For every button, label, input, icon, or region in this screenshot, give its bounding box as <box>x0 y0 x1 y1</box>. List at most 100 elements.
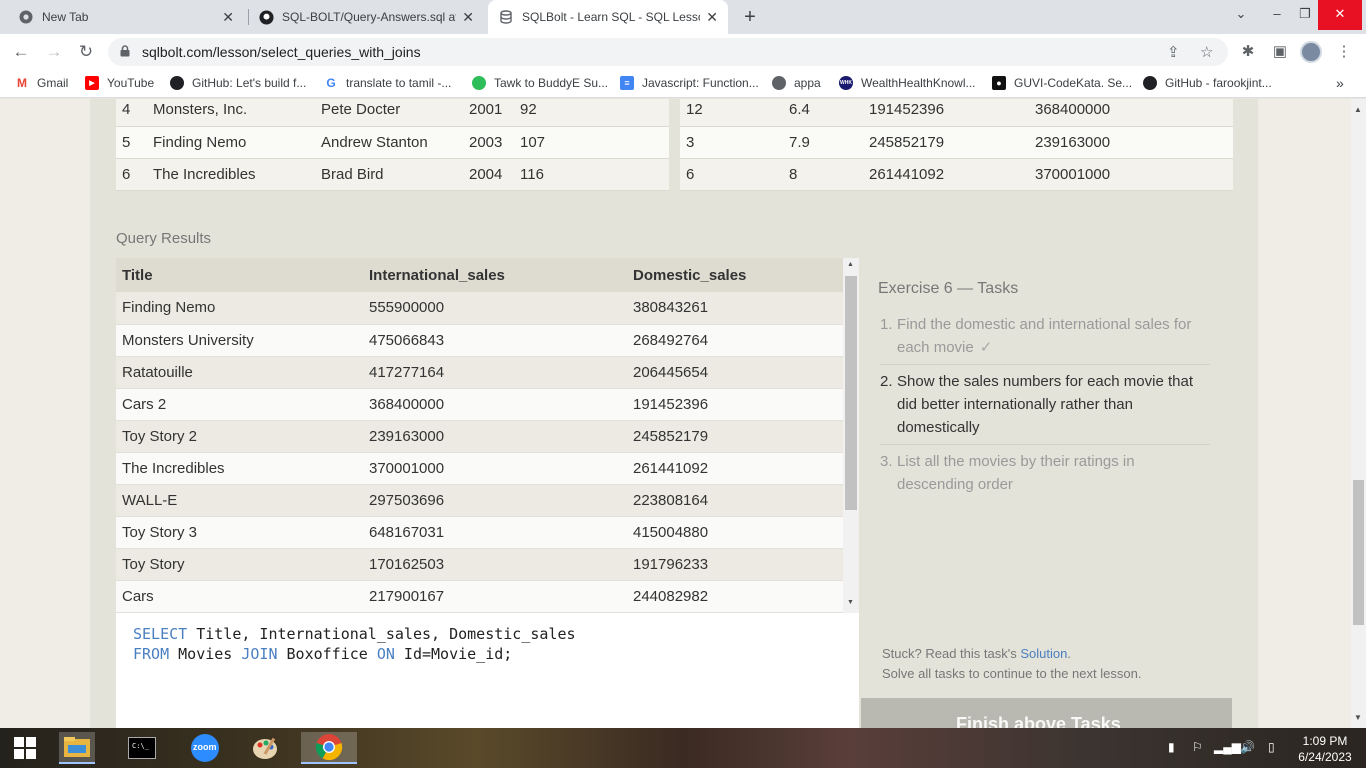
query-results-panel: Title International_sales Domestic_sales… <box>116 258 859 613</box>
volume-icon[interactable]: 🔊 <box>1240 740 1255 754</box>
network-activity-icon[interactable]: ▮ <box>1168 740 1175 754</box>
avatar[interactable] <box>1300 41 1322 63</box>
cell-domestic-sales: 261441092 <box>627 452 843 485</box>
bookmark-star-icon[interactable]: ☆ <box>1200 43 1213 61</box>
task-item-1[interactable]: 1. Find the domestic and international s… <box>880 308 1210 365</box>
task-item-2[interactable]: 2. Show the sales numbers for each movie… <box>880 365 1210 445</box>
cell-rating: 6.4 <box>783 99 863 127</box>
sql-editor[interactable]: SELECT Title, International_sales, Domes… <box>116 613 859 728</box>
scroll-down-icon[interactable]: ▼ <box>1354 713 1362 722</box>
cell-domestic-sales: 244082982 <box>627 580 843 613</box>
table-row: Finding Nemo 555900000 380843261 <box>116 292 843 325</box>
chrome-icon[interactable] <box>301 732 357 764</box>
menu-icon[interactable]: ⋮ <box>1332 40 1356 64</box>
cell-international-sales: 648167031 <box>363 516 627 549</box>
youtube-icon: ▶ <box>85 76 99 90</box>
system-clock[interactable]: 1:09 PM 6/24/2023 <box>1290 733 1360 765</box>
cell-domestic-sales: 415004880 <box>627 516 843 549</box>
tab-github-query-answers[interactable]: SQL-BOLT/Query-Answers.sql at ✕ <box>248 0 484 34</box>
task-text: List all the movies by their ratings in … <box>897 453 1135 493</box>
flag-icon[interactable]: ⚐ <box>1192 740 1203 754</box>
cell-length: 107 <box>514 126 669 159</box>
table-row: 3 7.9 245852179 239163000 <box>680 126 1233 159</box>
bookmark-github-build[interactable]: GitHub: Let's build f... <box>170 76 306 90</box>
cell-year: 2004 <box>463 158 514 191</box>
forward-icon[interactable]: → <box>42 40 66 64</box>
bookmark-wealth[interactable]: WHK WealthHealthKnowl... <box>839 76 976 90</box>
cmd-icon[interactable]: C:\_ <box>124 732 160 764</box>
table-row: Monsters University 475066843 268492764 <box>116 324 843 357</box>
task-text: Show the sales numbers for each movie th… <box>897 373 1193 436</box>
bookmark-tawk[interactable]: Tawk to BuddyE Su... <box>472 76 608 90</box>
task-number: 3. <box>880 453 893 470</box>
cell-title: Monsters University <box>116 324 363 357</box>
task-item-3[interactable]: 3. List all the movies by their ratings … <box>880 445 1210 501</box>
results-scrollbar-thumb[interactable] <box>845 276 857 510</box>
restore-button[interactable]: ❐ <box>1288 0 1322 30</box>
zoom-icon[interactable]: zoom <box>187 732 223 764</box>
bookmark-label: appa <box>794 76 821 90</box>
keyword-from: FROM <box>133 645 170 663</box>
bookmark-translate[interactable]: Gtranslate to tamil -... <box>324 76 451 90</box>
bookmark-guvi[interactable]: ● GUVI-CodeKata. Se... <box>992 76 1132 90</box>
close-icon[interactable]: ✕ <box>222 9 234 26</box>
bookmarks-bar: M Gmail ▶ YouTube GitHub: Let's build f...… <box>0 70 1366 98</box>
column-header-domestic-sales: Domestic_sales <box>627 258 843 292</box>
cell-rating: 7.9 <box>783 126 863 159</box>
cell-rating: 8 <box>783 158 863 191</box>
next-lesson-button[interactable]: Finish above Tasks <box>861 698 1232 728</box>
close-window-button[interactable]: ✕ <box>1318 0 1362 30</box>
bookmark-label: WealthHealthKnowl... <box>861 76 976 90</box>
cell-title: Cars <box>116 580 363 613</box>
share-icon[interactable]: ⇪ <box>1167 43 1180 61</box>
more-bookmarks-icon[interactable]: » <box>1336 75 1344 91</box>
battery-icon[interactable]: ▯ <box>1268 740 1275 754</box>
extensions-icon[interactable]: ✱ <box>1236 40 1260 64</box>
bookmark-label: GitHub - farookjint... <box>1165 76 1272 90</box>
table-row: Toy Story 2 239163000 245852179 <box>116 420 843 453</box>
docs-icon: ≡ <box>620 76 634 90</box>
cell-title: Finding Nemo <box>116 292 363 325</box>
scroll-up-icon[interactable]: ▲ <box>847 261 854 268</box>
side-panel-icon[interactable]: ▣ <box>1268 40 1292 64</box>
reload-icon[interactable]: ↻ <box>74 40 98 64</box>
solution-link[interactable]: Solution <box>1020 646 1067 661</box>
file-explorer-icon[interactable] <box>59 732 95 764</box>
page-scrollbar[interactable]: ▲ ▼ <box>1351 99 1366 728</box>
close-icon[interactable]: ✕ <box>706 9 718 26</box>
bookmark-label: Tawk to BuddyE Su... <box>494 76 609 90</box>
windows-start-icon[interactable] <box>7 732 43 764</box>
bookmark-gmail[interactable]: M Gmail <box>15 76 68 90</box>
globe-icon <box>772 76 786 90</box>
sql-code[interactable]: SELECT Title, International_sales, Domes… <box>133 624 576 664</box>
back-icon[interactable]: ← <box>9 40 33 64</box>
cell-international-sales: 368400000 <box>1029 99 1233 127</box>
bookmark-github-farook[interactable]: GitHub - farookjint... <box>1143 76 1272 90</box>
tab-search-icon[interactable]: ⌄ <box>1224 0 1258 30</box>
table-row: Toy Story 3 648167031 415004880 <box>116 516 843 549</box>
tab-new-tab[interactable]: New Tab ✕ <box>8 0 244 34</box>
cell-domestic-sales: 268492764 <box>627 324 843 357</box>
results-scrollbar[interactable]: ▲ ▼ <box>843 258 859 613</box>
page-scrollbar-thumb[interactable] <box>1353 480 1364 625</box>
bookmark-appa[interactable]: appa <box>772 76 821 90</box>
new-tab-button[interactable]: + <box>738 5 762 29</box>
clock-date: 6/24/2023 <box>1298 750 1352 764</box>
tab-sqlbolt[interactable]: SQLBolt - Learn SQL - SQL Lesso ✕ <box>488 0 728 34</box>
scroll-down-icon[interactable]: ▼ <box>847 599 854 606</box>
bookmark-javascript[interactable]: ≡ Javascript: Function... <box>620 76 759 90</box>
address-bar[interactable]: sqlbolt.com/lesson/select_queries_with_j… <box>108 38 1228 66</box>
table-row: Cars 217900167 244082982 <box>116 580 843 613</box>
cell-domestic-sales: 206445654 <box>627 356 843 389</box>
results-table: Title International_sales Domestic_sales… <box>116 258 843 613</box>
paint-icon[interactable] <box>248 732 284 764</box>
scroll-up-icon[interactable]: ▲ <box>1354 105 1362 114</box>
cell-title: Cars 2 <box>116 388 363 421</box>
bookmark-youtube[interactable]: ▶ YouTube <box>85 76 154 90</box>
tasks-panel: Exercise 6 — Tasks 1. Find the domestic … <box>861 258 1232 698</box>
column-header-international-sales: International_sales <box>363 258 627 292</box>
close-icon[interactable]: ✕ <box>462 9 474 26</box>
google-icon: G <box>326 76 336 90</box>
cell-title: The Incredibles <box>147 158 315 191</box>
wifi-signal-icon[interactable]: ▂▄▆ <box>1214 740 1241 754</box>
